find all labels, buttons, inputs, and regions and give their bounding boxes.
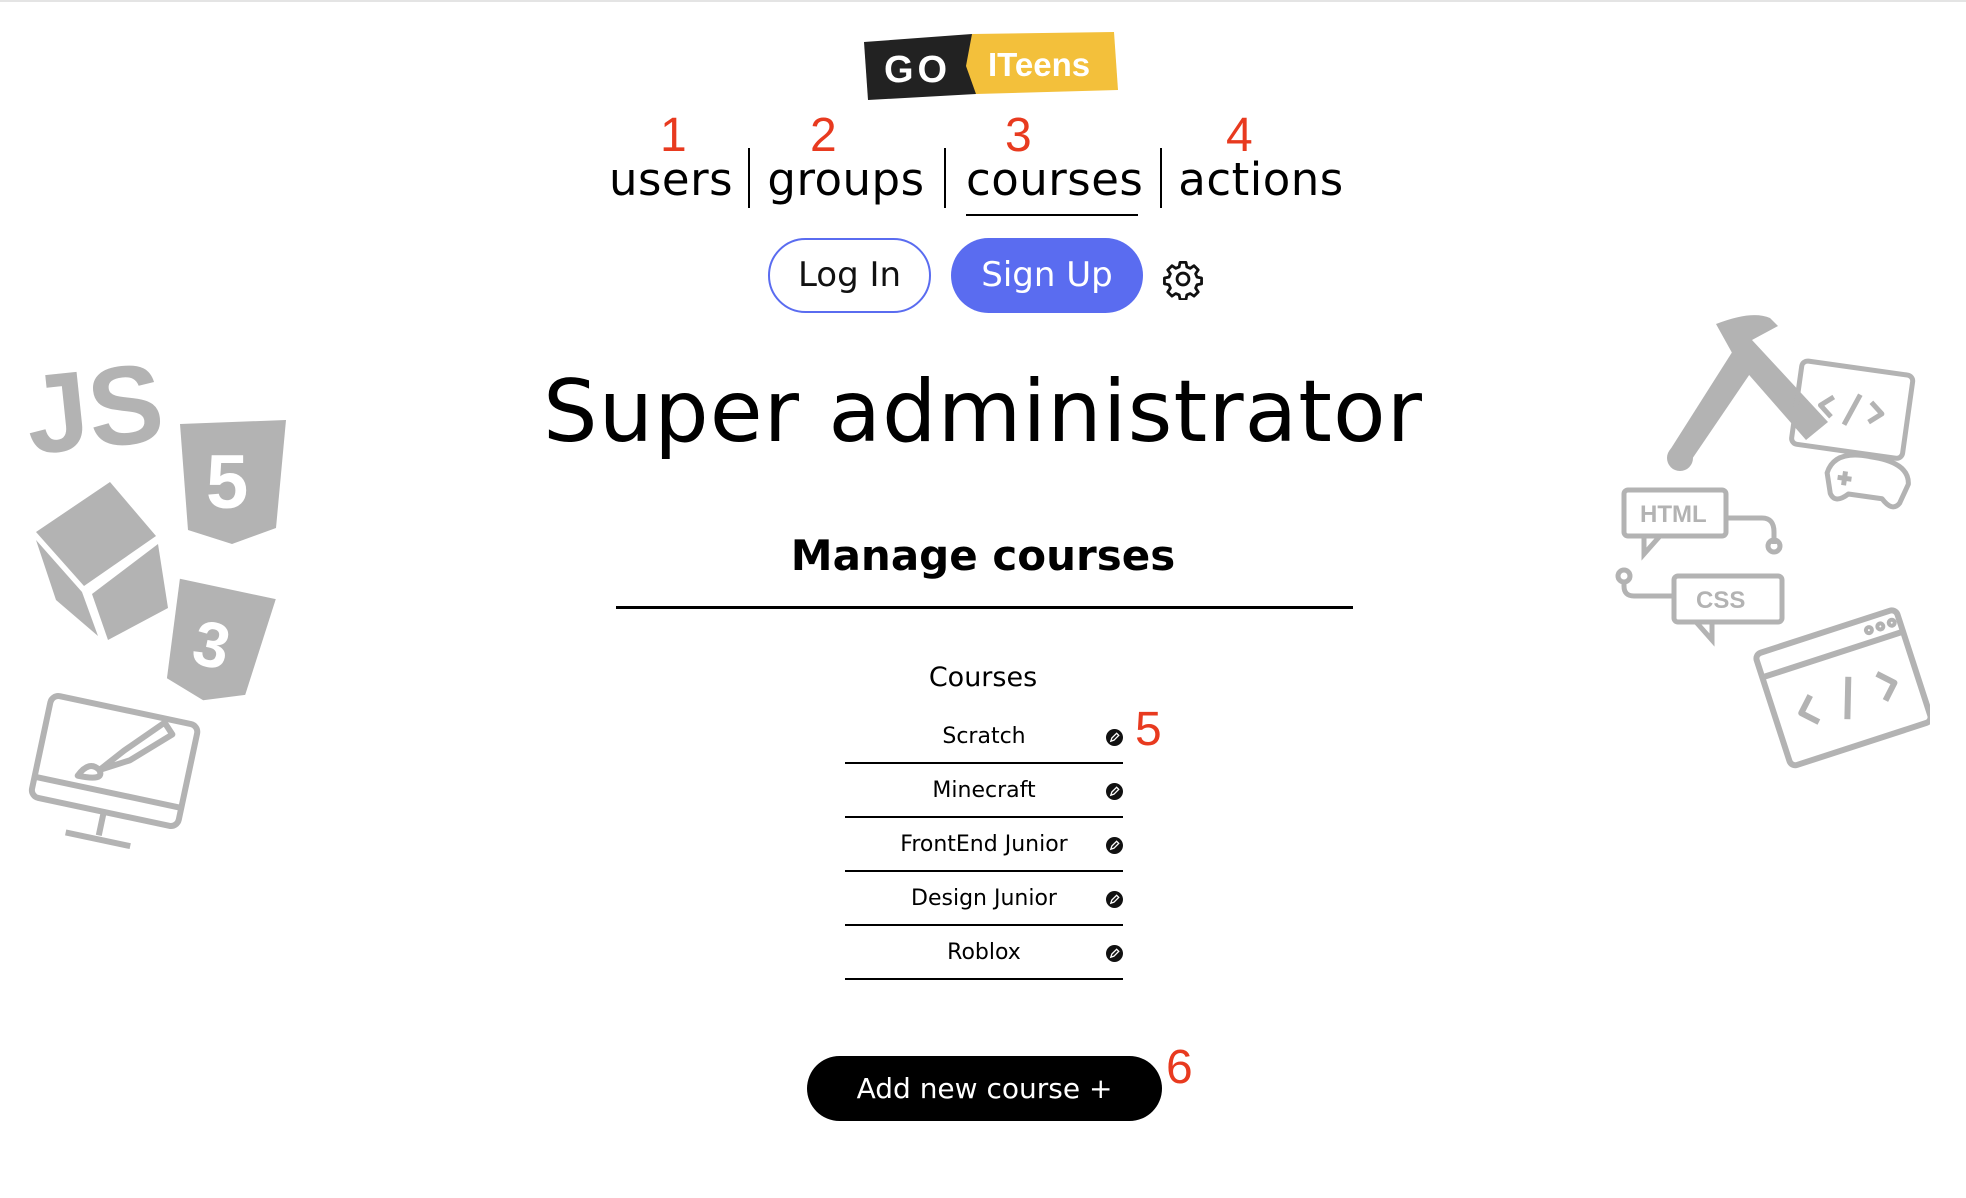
edit-icon[interactable] <box>1106 945 1123 962</box>
logo-text-go: GO <box>884 49 951 91</box>
course-name: Design Junior <box>911 886 1057 911</box>
logo-text-iteens: ITeens <box>988 46 1090 83</box>
section-divider <box>616 606 1353 609</box>
browser-code-icon <box>1753 607 1930 769</box>
list-item: Design Junior <box>845 872 1123 926</box>
right-decoration: HTML CSS <box>1615 315 1930 769</box>
cube-icon <box>36 482 168 640</box>
nav-divider <box>748 148 750 208</box>
annotation-6: 6 <box>1166 1041 1193 1094</box>
edit-icon[interactable] <box>1106 729 1123 746</box>
main-nav: 1 2 3 4 users groups courses actions <box>0 108 1966 218</box>
css3-icon: 3 <box>166 578 276 701</box>
monitor-brush-icon <box>28 693 201 850</box>
nav-courses[interactable]: courses <box>966 144 1143 216</box>
nav-divider <box>1160 148 1162 208</box>
edit-icon[interactable] <box>1106 891 1123 908</box>
list-item: Scratch <box>845 710 1123 764</box>
svg-text:5: 5 <box>206 440 248 525</box>
edit-icon[interactable] <box>1106 783 1123 800</box>
signup-button[interactable]: Sign Up <box>951 238 1143 313</box>
course-list: Scratch Minecraft FrontEnd Junior Design… <box>845 710 1123 980</box>
top-border <box>0 0 1966 2</box>
add-course-button[interactable]: Add new course + <box>807 1056 1162 1121</box>
list-item: Minecraft <box>845 764 1123 818</box>
edit-icon[interactable] <box>1106 837 1123 854</box>
course-name: Scratch <box>942 724 1026 749</box>
js-logo-icon: JS <box>20 340 169 478</box>
course-name: Roblox <box>947 940 1021 965</box>
gear-icon[interactable] <box>1162 258 1204 301</box>
nav-divider <box>944 148 946 208</box>
list-item: Roblox <box>845 926 1123 980</box>
nav-groups[interactable]: groups <box>766 144 926 216</box>
left-decoration: JS 5 3 <box>20 340 286 850</box>
nav-users[interactable]: users <box>606 144 736 216</box>
annotation-5: 5 <box>1135 703 1162 756</box>
css-label: CSS <box>1696 587 1745 614</box>
login-button[interactable]: Log In <box>768 238 931 313</box>
html5-icon: 5 <box>180 420 286 544</box>
list-item: FrontEnd Junior <box>845 818 1123 872</box>
nav-actions[interactable]: actions <box>1178 144 1344 216</box>
goiteens-logo[interactable]: GO ITeens <box>862 30 1120 102</box>
html-label: HTML <box>1640 501 1707 528</box>
course-name: FrontEnd Junior <box>900 832 1068 857</box>
course-name: Minecraft <box>932 778 1036 803</box>
